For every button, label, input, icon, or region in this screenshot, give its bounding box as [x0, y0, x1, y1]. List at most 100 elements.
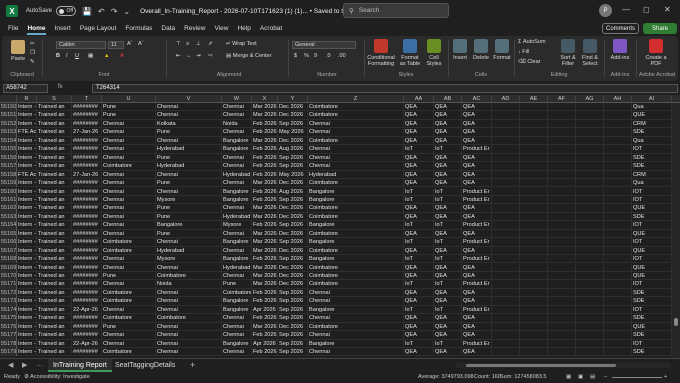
cell-s[interactable]: Trained an [37, 195, 72, 205]
sort-filter-button[interactable]: Sort & Filter [558, 39, 578, 67]
cell-ag[interactable] [576, 280, 604, 289]
wrap-text-button[interactable]: ↵ Wrap Text [226, 41, 257, 47]
cell-ah[interactable] [604, 103, 632, 112]
cell-aa[interactable]: QEA [404, 246, 434, 256]
cell-s[interactable]: Trained an [37, 179, 72, 188]
cell-ab[interactable]: QEA [434, 297, 462, 306]
cell-aa[interactable]: IoT [404, 195, 434, 205]
cell-ad[interactable] [492, 212, 520, 222]
cell-af[interactable] [548, 221, 576, 230]
cell-ad[interactable] [492, 179, 520, 188]
cell-ai[interactable]: IOT [632, 280, 672, 289]
row-header[interactable]: 55157 [0, 162, 17, 171]
cell-t[interactable]: ######## [72, 204, 102, 213]
cell-af[interactable] [548, 119, 576, 129]
cell-s[interactable]: Trained an [37, 162, 72, 171]
cell-y[interactable]: Sep 2026 [278, 119, 308, 129]
cell-w[interactable]: Coimbatore [222, 288, 252, 298]
cell-r[interactable]: Intern - Ac [17, 162, 37, 171]
cell-x[interactable]: Feb 2026 [252, 128, 278, 137]
cell-w[interactable]: Chennai [222, 348, 252, 357]
cell-u[interactable]: Coimbatore [102, 314, 156, 323]
cell-t[interactable]: ######## [72, 280, 102, 289]
cell-af[interactable] [548, 238, 576, 247]
cell-u[interactable]: Chennai [102, 204, 156, 213]
cell-x[interactable]: Mar 2026 [252, 263, 278, 272]
cell-ae[interactable] [520, 348, 548, 357]
cell-ad[interactable] [492, 348, 520, 357]
row-header[interactable]: 55150 [0, 103, 17, 112]
cell-r[interactable]: Intern - Ac [17, 187, 37, 196]
row-header[interactable]: 55168 [0, 255, 17, 264]
zoom-in-icon[interactable]: + [664, 374, 667, 380]
cell-af[interactable] [548, 195, 576, 205]
cell-ae[interactable] [520, 128, 548, 137]
cell-z[interactable]: Chennai [308, 314, 404, 323]
cell-y[interactable]: Sep 2026 [278, 331, 308, 340]
vertical-scrollbar[interactable] [672, 103, 680, 358]
cell-af[interactable] [548, 111, 576, 120]
cell-z[interactable]: Chennai [308, 348, 404, 357]
cell-ah[interactable] [604, 170, 632, 179]
row-header[interactable]: 55177 [0, 331, 17, 340]
cell-aa[interactable]: QEA [404, 136, 434, 146]
cell-t[interactable]: ######## [72, 255, 102, 264]
cell-w[interactable]: Hyderabad [222, 263, 252, 272]
cell-ai[interactable]: SDE [632, 153, 672, 163]
column-header-ad[interactable]: AD [492, 95, 520, 103]
cell-t[interactable]: ######## [72, 111, 102, 120]
cell-ad[interactable] [492, 305, 520, 315]
tab-home[interactable]: Home [27, 25, 46, 35]
cell-s[interactable]: Trained an [37, 153, 72, 163]
cell-x[interactable]: Feb 2026 [252, 119, 278, 129]
cell-ai[interactable]: SDE [632, 212, 672, 222]
cell-v[interactable]: Chennai [156, 187, 222, 196]
customize-toolbar-icon[interactable]: ⌄ [123, 7, 130, 16]
cell-ae[interactable] [520, 246, 548, 256]
cell-w[interactable]: Chennai [222, 314, 252, 323]
cell-z[interactable]: Bangalore [308, 339, 404, 348]
cell-v[interactable]: Chennai [156, 339, 222, 348]
cell-ai[interactable]: IOT [632, 339, 672, 348]
cell-s[interactable]: Trained an [37, 238, 72, 247]
cell-af[interactable] [548, 331, 576, 340]
cell-ai[interactable]: Qua [632, 103, 672, 112]
cell-z[interactable]: Coimbatore [308, 212, 404, 222]
cell-ah[interactable] [604, 339, 632, 348]
cell-ae[interactable] [520, 297, 548, 306]
cell-af[interactable] [548, 136, 576, 146]
cell-aa[interactable]: QEA [404, 297, 434, 306]
cell-u[interactable]: Chennai [102, 280, 156, 289]
cell-ad[interactable] [492, 103, 520, 112]
cell-x[interactable]: Feb 2026 [252, 255, 278, 264]
cell-y[interactable]: Dec 2026 [278, 263, 308, 272]
cell-s[interactable]: Trained an [37, 288, 72, 298]
cell-t[interactable]: ######## [72, 195, 102, 205]
cell-z[interactable]: Chennai [308, 331, 404, 340]
number-format-select[interactable]: General [292, 41, 356, 49]
cell-ab[interactable]: QEA [434, 272, 462, 281]
cell-ae[interactable] [520, 170, 548, 179]
cell-ae[interactable] [520, 153, 548, 163]
cell-ai[interactable]: SDE [632, 348, 672, 357]
cell-r[interactable]: Intern - Ac [17, 322, 37, 332]
cell-x[interactable]: Feb 2026 [252, 221, 278, 230]
close-icon[interactable]: ✕ [664, 5, 671, 14]
cell-aa[interactable]: QEA [404, 204, 434, 213]
cell-y[interactable]: May 2026 [278, 128, 308, 137]
page-layout-view-icon[interactable]: ▣ [578, 374, 583, 380]
cell-y[interactable]: May 2026 [278, 170, 308, 179]
cell-ac[interactable]: Product Er [462, 238, 492, 247]
cell-ac[interactable]: QEA [462, 297, 492, 306]
cell-ag[interactable] [576, 339, 604, 348]
cell-ad[interactable] [492, 187, 520, 196]
decrease-decimal-icon[interactable]: .00 [338, 53, 346, 59]
cell-v[interactable]: Chennai [156, 348, 222, 357]
cell-s[interactable]: Trained an [37, 187, 72, 196]
cell-z[interactable]: Bangalore [308, 255, 404, 264]
cell-t[interactable]: ######## [72, 238, 102, 247]
cut-icon[interactable]: ✂ [30, 41, 35, 47]
cell-ah[interactable] [604, 272, 632, 281]
cell-x[interactable]: Mar 2026 [252, 322, 278, 332]
cell-ae[interactable] [520, 179, 548, 188]
